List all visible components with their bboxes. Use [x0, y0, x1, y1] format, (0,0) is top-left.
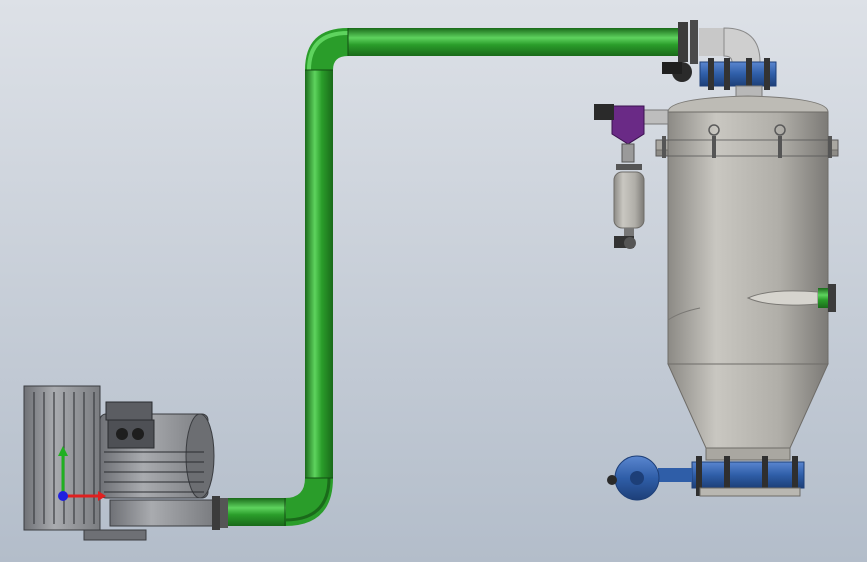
rotary-discharge-valve[interactable] — [607, 447, 805, 501]
receiver-hopper[interactable] — [655, 95, 839, 449]
cad-viewport[interactable] — [0, 0, 867, 562]
assembly-scene — [0, 0, 867, 562]
